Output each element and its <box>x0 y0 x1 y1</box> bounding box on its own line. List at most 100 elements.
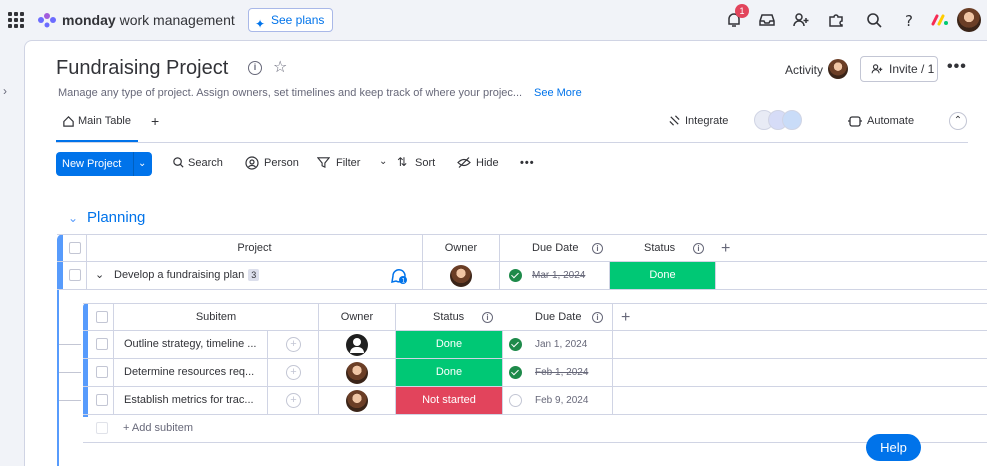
filter-button[interactable]: Filter ⌄ <box>317 156 387 169</box>
subitem-chat-cell[interactable]: + <box>268 331 319 358</box>
board-title[interactable]: Fundraising Project <box>56 57 228 80</box>
chevron-down-icon[interactable]: ⌄ <box>379 156 387 167</box>
new-project-button[interactable]: New Project ⌄ <box>56 152 152 176</box>
due-date-cell[interactable]: Jan 1, 2024 <box>503 331 613 358</box>
add-column-button[interactable]: + <box>721 235 743 262</box>
apps-grid-icon[interactable] <box>8 12 24 28</box>
subitem-chat-cell[interactable]: + <box>268 359 319 386</box>
person-filter-button[interactable]: Person <box>245 156 299 170</box>
owner-avatar-placeholder[interactable] <box>346 334 368 356</box>
integrate-button[interactable]: Integrate <box>669 115 728 127</box>
automate-button[interactable]: Automate <box>848 115 914 127</box>
info-icon[interactable]: i <box>592 243 603 254</box>
add-view-button[interactable]: + <box>151 113 159 129</box>
table-row[interactable]: ⌄ Develop a fundraising plan 3 1 Mar 1, 2… <box>57 262 987 290</box>
row-checkbox <box>96 422 108 434</box>
activity-button[interactable]: Activity <box>785 63 823 77</box>
eye-off-icon <box>457 157 471 168</box>
subitem-row[interactable]: Determine resources req... + Done Feb 1,… <box>83 359 987 387</box>
inbox-icon[interactable] <box>757 10 777 30</box>
status-cell[interactable]: Not started <box>396 387 503 414</box>
subitem-chat-cell[interactable]: + <box>268 387 319 414</box>
info-icon[interactable]: i <box>248 61 262 75</box>
subitem-row[interactable]: Outline strategy, timeline ... + Done Ja… <box>83 331 987 359</box>
help-button[interactable]: Help <box>866 434 921 461</box>
owner-cell[interactable] <box>423 262 500 289</box>
toolbar-more-icon[interactable]: ••• <box>520 157 535 169</box>
add-update-icon[interactable]: + <box>286 365 301 380</box>
apps-marketplace-icon[interactable] <box>826 10 846 30</box>
add-update-icon[interactable]: + <box>286 393 301 408</box>
monday-products-icon[interactable] <box>931 12 949 28</box>
group-collapse-icon[interactable]: ⌄ <box>68 211 78 225</box>
sort-button[interactable]: ⇅ Sort <box>397 155 435 169</box>
add-column-button[interactable]: + <box>621 304 641 331</box>
column-header-project[interactable]: Project <box>87 235 423 262</box>
see-plans-button[interactable]: ✦ See plans <box>248 8 334 32</box>
column-header-due-date[interactable]: Due Date i <box>503 304 613 331</box>
row-checkbox[interactable] <box>96 338 108 350</box>
chevron-down-icon[interactable]: ⌄ <box>138 152 146 176</box>
search-icon[interactable] <box>864 10 884 30</box>
due-date-cell[interactable]: Feb 1, 2024 <box>503 359 613 386</box>
expand-sidebar-icon[interactable]: › <box>3 84 7 98</box>
due-date-cell[interactable]: Mar 1, 2024 <box>500 262 610 289</box>
status-cell[interactable]: Done <box>396 331 503 358</box>
activity-avatar[interactable] <box>828 59 848 79</box>
subitem-row[interactable]: Establish metrics for trac... + Not star… <box>83 387 987 415</box>
owner-cell[interactable] <box>319 359 396 386</box>
info-icon[interactable]: i <box>482 312 493 323</box>
owner-avatar[interactable] <box>346 362 368 384</box>
row-checkbox[interactable] <box>96 394 108 406</box>
status-cell[interactable]: Done <box>396 359 503 386</box>
subitem-name[interactable]: Determine resources req... <box>114 359 268 386</box>
search-button[interactable]: Search <box>173 157 223 169</box>
add-update-icon[interactable]: + <box>286 337 301 352</box>
column-header-due-date[interactable]: Due Date i <box>500 235 610 262</box>
column-header-owner[interactable]: Owner <box>319 304 396 331</box>
column-header-status[interactable]: Status i <box>610 235 716 262</box>
owner-cell[interactable] <box>319 387 396 414</box>
conversation-icon[interactable]: 1 <box>390 268 408 285</box>
star-icon[interactable]: ☆ <box>273 57 287 77</box>
status-cell[interactable]: Done <box>610 262 716 289</box>
row-checkbox[interactable] <box>96 366 108 378</box>
row-select-cell <box>88 359 114 386</box>
item-name-cell[interactable]: ⌄ Develop a fundraising plan 3 1 <box>87 262 423 289</box>
info-icon[interactable]: i <box>693 243 704 254</box>
select-all-checkbox[interactable] <box>96 311 108 323</box>
search-icon <box>173 157 184 168</box>
hide-button[interactable]: Hide <box>457 157 499 169</box>
help-icon[interactable]: ? <box>899 10 919 30</box>
row-checkbox[interactable] <box>69 269 81 281</box>
group-title[interactable]: Planning <box>87 209 145 226</box>
top-bar: monday work management ✦ See plans 1 ? <box>0 0 987 40</box>
home-icon <box>63 116 74 127</box>
chevron-down-icon[interactable]: ⌄ <box>95 262 104 289</box>
owner-avatar[interactable] <box>450 265 472 287</box>
invite-button[interactable]: Invite / 1 <box>860 56 938 82</box>
add-subitem-row[interactable]: + Add subitem <box>83 415 987 443</box>
board-menu-icon[interactable]: ••• <box>947 58 967 76</box>
subitem-name[interactable]: Outline strategy, timeline ... <box>114 331 268 358</box>
user-avatar[interactable] <box>957 8 981 32</box>
board-panel: Fundraising Project i ☆ Manage any type … <box>24 40 987 466</box>
column-header-status[interactable]: Status i <box>396 304 503 331</box>
select-all-checkbox[interactable] <box>69 242 81 254</box>
subitem-name[interactable]: Establish metrics for trac... <box>114 387 268 414</box>
owner-avatar[interactable] <box>346 390 368 412</box>
collapse-header-button[interactable]: ⌃ <box>949 112 967 130</box>
info-icon[interactable]: i <box>592 312 603 323</box>
column-header-subitem[interactable]: Subitem <box>114 304 319 331</box>
brand-name[interactable]: monday work management <box>62 12 235 28</box>
add-subitem-button[interactable]: + Add subitem <box>123 415 303 442</box>
person-icon <box>245 156 259 170</box>
row-select-cell <box>88 415 114 442</box>
item-name[interactable]: Develop a fundraising plan 3 <box>114 262 260 289</box>
see-more-link[interactable]: See More <box>534 87 582 99</box>
tab-main-table[interactable]: Main Table <box>56 114 137 142</box>
column-header-owner[interactable]: Owner <box>423 235 500 262</box>
invite-user-icon[interactable] <box>791 10 811 30</box>
due-date-cell[interactable]: Feb 9, 2024 <box>503 387 613 414</box>
owner-cell[interactable] <box>319 331 396 358</box>
